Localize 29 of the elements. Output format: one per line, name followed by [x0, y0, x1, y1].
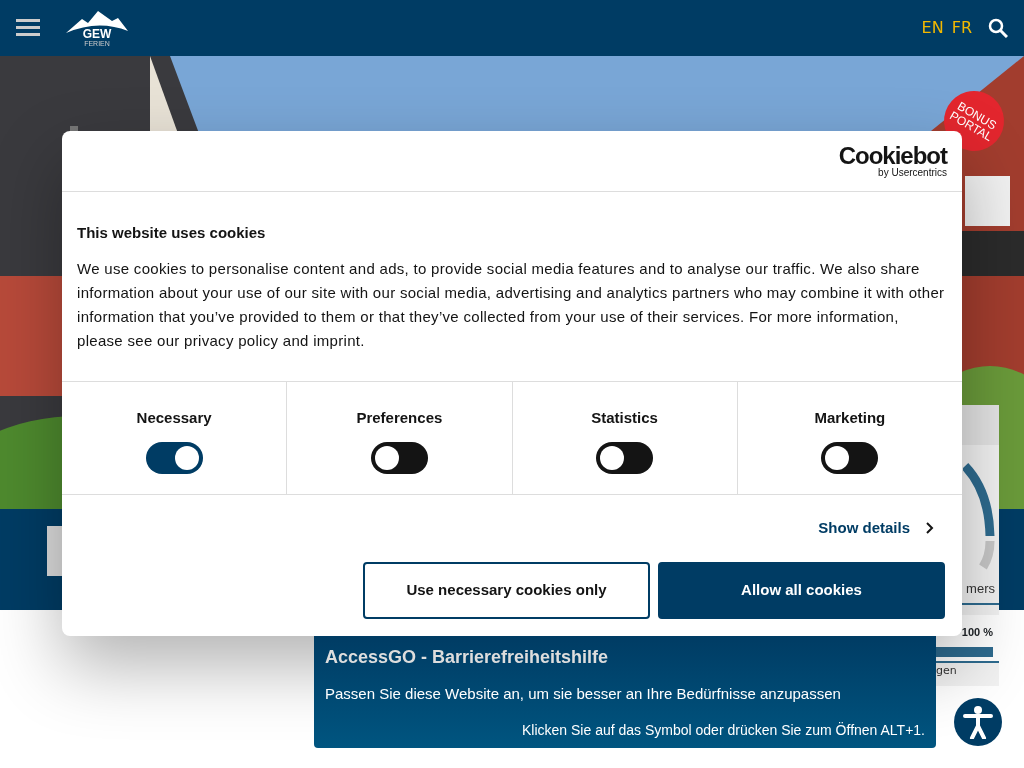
popup-text: Passen Sie diese Website an, um sie besser an Ihre Bedürfnisse anzupassen [325, 684, 842, 704]
category-label: Preferences [355, 408, 444, 428]
search-icon[interactable] [988, 18, 1008, 38]
progress-bar [936, 646, 993, 657]
category-label: Necessary [135, 408, 213, 428]
toggle-switch[interactable] [370, 441, 428, 474]
accessibility-button[interactable] [954, 698, 1002, 746]
gauge-label: mers [966, 581, 995, 596]
widget-footer-text: gen [936, 663, 957, 677]
toggle-switch[interactable] [145, 441, 203, 474]
dialog-text: We use cookies to personalise content and ads, to provide social media features and to analyse our traffic. We also share information about your use of our site with our social media, advertising and analytics partners who may combine it with other information that you’ve provided to them or that they’ve collected from your use of their services. For more information, please see our privacy policy and imprint. [77, 258, 946, 351]
allow-all-button[interactable]: Allow all cookies [658, 561, 945, 619]
menu-icon[interactable] [16, 18, 40, 38]
chevron-icon[interactable] [926, 522, 934, 535]
brand-logo: Cookiebot [838, 144, 947, 168]
category-label: Marketing [813, 408, 887, 428]
logo-text[interactable]: GEW [82, 28, 112, 40]
brand-subtitle: by Usercentrics [877, 168, 947, 178]
toggle-switch[interactable] [596, 441, 654, 474]
percent-value: 100 % [961, 625, 993, 638]
language-link[interactable]: EN [921, 16, 944, 40]
necessary-only-button[interactable]: Use necessary cookies only [363, 561, 650, 619]
show-details-link[interactable]: Show details [818, 517, 934, 540]
popup-hint: Klicken Sie auf das Symbol oder drücken Sie zum Öffnen ALT+1. [521, 720, 925, 740]
category-label: Statistics [590, 408, 659, 428]
dialog-title: This website uses cookies [77, 223, 267, 243]
language-link[interactable]: FR [951, 16, 972, 40]
toggle-switch[interactable] [821, 441, 879, 474]
popup-title: AccessGO - Barrierefreiheitshilfe [325, 646, 610, 669]
